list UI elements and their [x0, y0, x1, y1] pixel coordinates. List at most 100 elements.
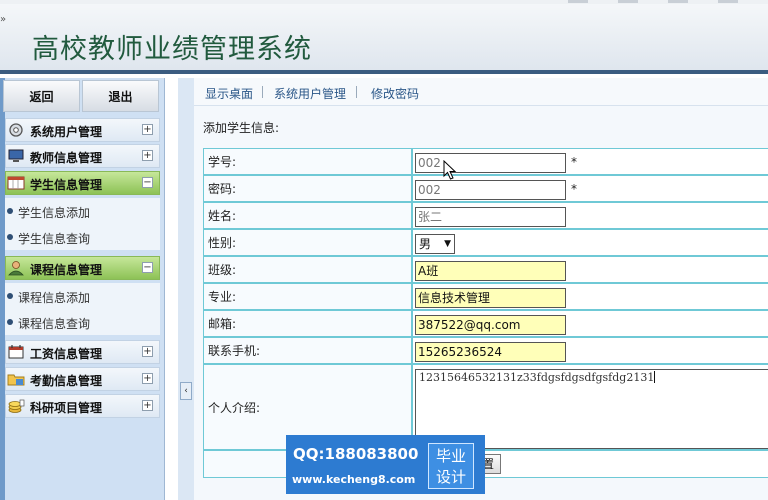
gender-value: 男	[419, 237, 432, 251]
calendar-table-icon	[7, 176, 25, 190]
field-label: 邮箱:	[203, 310, 412, 337]
sidebar-splitter[interactable]	[178, 78, 194, 500]
text-caret	[654, 371, 656, 383]
menu-label: 学生信息管理	[30, 178, 103, 192]
password-input[interactable]: 002	[415, 180, 566, 200]
required-mark: *	[571, 155, 577, 169]
submenu-course-add[interactable]: 课程信息添加	[5, 283, 160, 309]
bullet-icon	[7, 234, 13, 240]
name-input[interactable]: 张二	[415, 207, 566, 227]
row-name: 姓名: 张二	[203, 202, 768, 229]
major-input[interactable]: 信息技术管理	[415, 288, 566, 308]
field-label: 学号:	[203, 148, 412, 175]
row-major: 专业: 信息技术管理	[203, 283, 768, 310]
menu-label: 考勤信息管理	[30, 374, 103, 388]
field-label: 密码:	[203, 175, 412, 202]
monitor-icon	[8, 149, 24, 162]
mouse-cursor-icon	[443, 160, 457, 180]
submenu-label: 课程信息查询	[18, 317, 91, 331]
badge-text-top: 毕业	[435, 447, 466, 465]
student-id-input[interactable]: 002	[415, 153, 566, 173]
watermark-banner: QQ:188083800 www.kecheng8.com 毕业 设计	[286, 435, 485, 494]
field-label: 班级:	[203, 256, 412, 283]
link-change-password[interactable]: 修改密码	[371, 85, 419, 102]
field-label: 姓名:	[203, 202, 412, 229]
class-input[interactable]: A班	[415, 261, 566, 281]
field-cell: 002 *	[412, 175, 768, 202]
user-icon	[8, 261, 24, 276]
phone-input[interactable]: 15265236524	[415, 342, 566, 362]
row-gender: 性别: 男 ▼	[203, 229, 768, 256]
coins-icon	[8, 399, 25, 413]
menu-label: 科研项目管理	[30, 401, 103, 415]
field-cell: 15265236524	[412, 337, 768, 364]
required-mark: *	[571, 182, 577, 196]
window-control[interactable]	[618, 0, 638, 3]
watermark-qq: QQ:188083800	[293, 445, 419, 463]
site-title: 高校教师业绩管理系统	[32, 34, 312, 65]
divider	[262, 86, 263, 98]
back-button[interactable]: 返回	[3, 80, 80, 112]
form-title: 添加学生信息:	[203, 121, 280, 135]
app-header: » 高校教师业绩管理系统	[0, 0, 768, 74]
menu-system-users[interactable]: 系统用户管理 +	[5, 118, 160, 142]
chevron-down-icon: ▼	[444, 239, 451, 249]
window-control[interactable]	[568, 0, 588, 3]
field-cell: 387522@qq.com	[412, 310, 768, 337]
quick-links-bar: 显示桌面 系统用户管理 修改密码	[194, 78, 768, 106]
menu-attendance-info[interactable]: 考勤信息管理 +	[5, 367, 160, 391]
bullet-icon	[7, 293, 13, 299]
window-controls	[568, 0, 768, 4]
field-label: 联系手机:	[203, 337, 412, 364]
field-cell: 002 *	[412, 148, 768, 175]
folder-icon	[7, 374, 25, 386]
calendar-icon	[8, 345, 24, 359]
field-cell: 男 ▼	[412, 229, 768, 256]
watermark-url: www.kecheng8.com	[292, 473, 416, 486]
logout-button[interactable]: 退出	[82, 80, 159, 112]
gender-select[interactable]: 男 ▼	[415, 234, 455, 254]
email-input[interactable]: 387522@qq.com	[415, 315, 566, 335]
row-email: 邮箱: 387522@qq.com	[203, 310, 768, 337]
collapse-toggle[interactable]: −	[142, 262, 153, 273]
badge-text-bottom: 设计	[435, 468, 466, 486]
link-system-users[interactable]: 系统用户管理	[274, 85, 346, 102]
collapse-toggle[interactable]: −	[142, 177, 153, 188]
bullet-icon	[7, 319, 13, 325]
row-student-id: 学号: 002 *	[203, 148, 768, 175]
row-phone: 联系手机: 15265236524	[203, 337, 768, 364]
menu-label: 工资信息管理	[30, 347, 103, 361]
window-control[interactable]	[718, 0, 738, 3]
window-control[interactable]	[668, 0, 688, 3]
row-password: 密码: 002 *	[203, 175, 768, 202]
field-cell: 信息技术管理	[412, 283, 768, 310]
field-label: 性别:	[203, 229, 412, 256]
sidebar-collapse-button[interactable]: ‹	[180, 382, 192, 400]
expand-toggle[interactable]: +	[142, 373, 153, 384]
expand-toggle[interactable]: +	[142, 124, 153, 135]
menu-course-info[interactable]: 课程信息管理 −	[5, 256, 160, 280]
watermark-badge: 毕业 设计	[428, 443, 474, 489]
bullet-icon	[7, 208, 13, 214]
menu-student-info[interactable]: 学生信息管理 −	[5, 171, 160, 195]
expand-toggle[interactable]: +	[142, 400, 153, 411]
submenu-course-query[interactable]: 课程信息查询	[5, 309, 160, 335]
menu-label: 教师信息管理	[30, 151, 103, 165]
field-cell: A班	[412, 256, 768, 283]
link-show-desktop[interactable]: 显示桌面	[205, 85, 253, 102]
submenu-student-add[interactable]: 学生信息添加	[5, 198, 160, 224]
sidebar: 返回 退出 系统用户管理 + 教师信息管理 + 学生信息管理 − 学生信息添加	[0, 78, 165, 500]
menu-research-projects[interactable]: 科研项目管理 +	[5, 394, 160, 418]
menu-label: 课程信息管理	[30, 263, 103, 277]
submenu-student-query[interactable]: 学生信息查询	[5, 224, 160, 250]
field-label: 专业:	[203, 283, 412, 310]
menu-salary-info[interactable]: 工资信息管理 +	[5, 340, 160, 364]
divider	[356, 86, 357, 98]
menu-label: 系统用户管理	[30, 125, 103, 139]
row-class: 班级: A班	[203, 256, 768, 283]
submenu-label: 学生信息添加	[18, 206, 91, 220]
expand-marker[interactable]: »	[0, 14, 6, 25]
expand-toggle[interactable]: +	[142, 346, 153, 357]
expand-toggle[interactable]: +	[142, 150, 153, 161]
menu-teacher-info[interactable]: 教师信息管理 +	[5, 144, 160, 168]
